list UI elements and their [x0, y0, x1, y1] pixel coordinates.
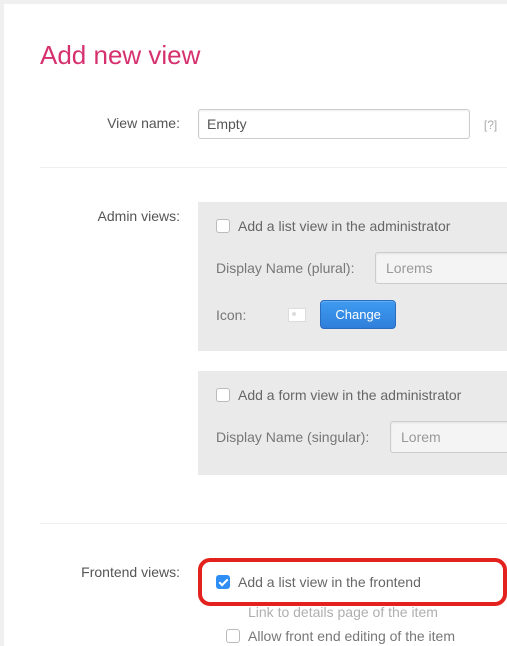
- frontend-allow-edit-label: Allow front end editing of the item: [248, 628, 455, 644]
- view-name-label: View name:: [40, 109, 198, 131]
- admin-views-row: Admin views: Add a list view in the admi…: [40, 192, 507, 505]
- page-title: Add new view: [40, 40, 507, 71]
- view-name-input[interactable]: [198, 109, 470, 139]
- admin-list-view-checkbox-label: Add a list view in the administrator: [238, 218, 450, 234]
- admin-list-icon-label: Icon:: [216, 307, 246, 323]
- frontend-list-view-checkbox[interactable]: [216, 575, 230, 589]
- change-icon-button[interactable]: Change: [320, 300, 396, 329]
- admin-list-display-name-input[interactable]: [375, 252, 507, 284]
- admin-form-display-name-input[interactable]: [390, 421, 507, 453]
- divider: [40, 523, 507, 524]
- admin-list-display-name-label: Display Name (plural):: [216, 260, 361, 276]
- frontend-views-row: Frontend views: Add a list view in the f…: [40, 548, 507, 646]
- frontend-link-details-label-cut: Link to details page of the item: [248, 604, 438, 620]
- admin-form-view-checkbox-label: Add a form view in the administrator: [238, 387, 461, 403]
- frontend-views-label: Frontend views:: [40, 558, 198, 580]
- admin-views-label: Admin views:: [40, 202, 198, 224]
- view-name-row: View name: [?]: [40, 99, 507, 149]
- frontend-list-view-highlight: Add a list view in the frontend: [198, 558, 507, 606]
- admin-form-display-name-label: Display Name (singular):: [216, 429, 376, 445]
- divider: [40, 167, 507, 168]
- folder-icon: [288, 308, 306, 322]
- admin-form-view-card: Add a form view in the administrator Dis…: [198, 371, 507, 475]
- help-link[interactable]: [?]: [484, 118, 497, 132]
- frontend-allow-edit-checkbox[interactable]: [226, 629, 240, 643]
- admin-list-view-checkbox[interactable]: [216, 219, 230, 233]
- frontend-list-view-checkbox-label: Add a list view in the frontend: [238, 574, 421, 590]
- admin-list-view-card: Add a list view in the administrator Dis…: [198, 202, 507, 351]
- admin-form-view-checkbox[interactable]: [216, 388, 230, 402]
